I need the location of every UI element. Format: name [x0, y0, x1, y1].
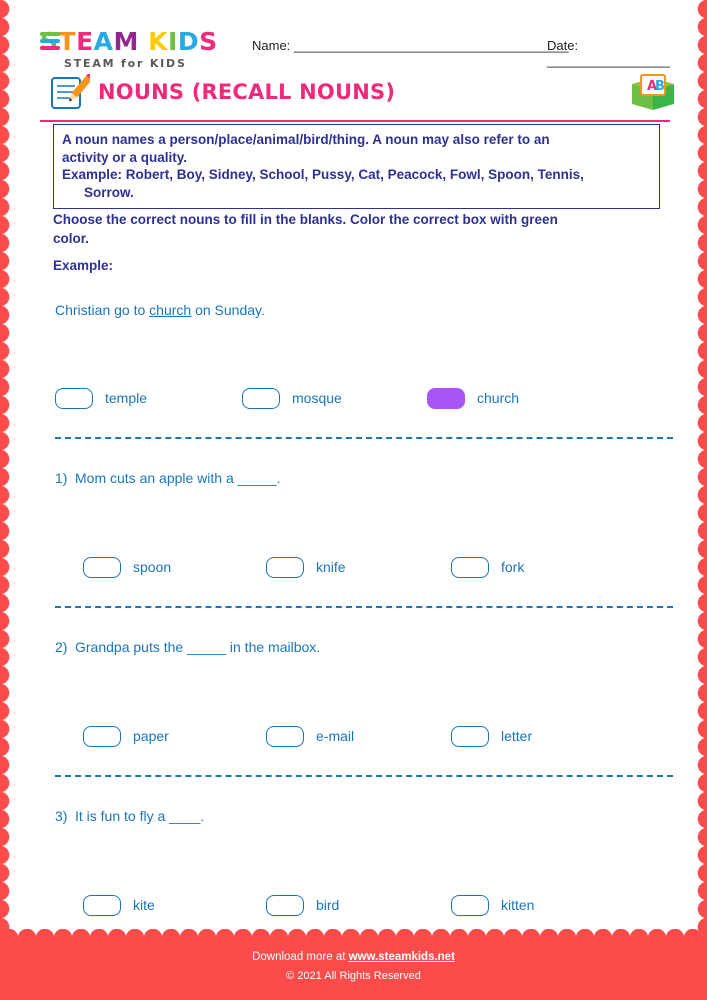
- question-2-option-0-label: paper: [133, 728, 169, 744]
- separator-3: [55, 775, 673, 777]
- example-sentence-after: on Sunday.: [191, 302, 265, 318]
- example-option-row: temple mosque church: [55, 388, 675, 410]
- question-3-option-1-label: bird: [316, 897, 340, 913]
- logo-letter-s2: S: [199, 27, 218, 56]
- logo-letter-i: I: [168, 27, 178, 56]
- question-3-option-0-box[interactable]: [83, 895, 121, 916]
- separator-1: [55, 437, 673, 439]
- question-1-option-2-label: fork: [501, 559, 525, 575]
- example-option-0-box[interactable]: [55, 388, 93, 409]
- question-2-option-2-label: letter: [501, 728, 533, 744]
- footer-download-prefix: Download more at: [252, 951, 349, 963]
- footer-download-line: Download more at www.steamkids.net: [0, 951, 707, 963]
- question-1-option-0-label: spoon: [133, 559, 172, 575]
- question-2-option-2-box[interactable]: [451, 726, 489, 747]
- question-3: 3) It is fun to fly a ____.: [55, 808, 204, 824]
- question-1-option-0-box[interactable]: [83, 557, 121, 578]
- instructions-block: Choose the correct nouns to fill in the …: [53, 210, 678, 248]
- left-edge-decoration: [0, 0, 14, 1000]
- question-1-text: Mom cuts an apple with a _____.: [75, 470, 281, 486]
- pencil-notepad-icon: [51, 74, 90, 109]
- example-sentence-answer: church: [149, 302, 192, 318]
- date-field-group: Date: _________________: [547, 38, 693, 68]
- question-1-option-1-box[interactable]: [266, 557, 304, 578]
- example-option-1-label: mosque: [292, 390, 342, 406]
- brand-logo: STEAM KIDS STEAM for KIDS: [40, 28, 230, 70]
- logo-letter-d: D: [177, 27, 200, 56]
- question-3-option-2-box[interactable]: [451, 895, 489, 916]
- question-1: 1) Mom cuts an apple with a _____.: [55, 470, 280, 486]
- worksheet-header: STEAM KIDS STEAM for KIDS Name: ________…: [14, 18, 693, 80]
- question-1-option-2-box[interactable]: [451, 557, 489, 578]
- logo-letter-e: E: [76, 27, 94, 56]
- date-label: Date:: [547, 38, 579, 53]
- definition-box: A noun names a person/place/animal/bird/…: [53, 124, 660, 209]
- definition-line-3: Example: Robert, Boy, Sidney, School, Pu…: [62, 167, 584, 182]
- title-divider: [40, 120, 670, 122]
- definition-line-4: Sorrow.: [84, 184, 134, 200]
- question-3-option-0-label: kite: [133, 897, 155, 913]
- example-option-2-box[interactable]: [427, 388, 465, 409]
- footer-website-link[interactable]: www.steamkids.net: [349, 951, 455, 963]
- example-sentence: Christian go to church on Sunday.: [55, 302, 265, 318]
- page-title: NOUNS (RECALL NOUNS): [98, 80, 396, 104]
- question-2-option-1-box[interactable]: [266, 726, 304, 747]
- question-2-option-1-label: e-mail: [316, 728, 355, 744]
- name-input-rule[interactable]: ______________________________________: [294, 38, 569, 53]
- logo-letter-t: T: [58, 27, 77, 56]
- question-2-text: Grandpa puts the _____ in the mailbox.: [75, 639, 321, 655]
- example-option-1-box[interactable]: [242, 388, 280, 409]
- svg-text:B: B: [655, 79, 665, 94]
- question-3-text: It is fun to fly a ____.: [75, 808, 205, 824]
- logo-bars-icon: [40, 32, 60, 53]
- page-footer: Download more at www.steamkids.net © 202…: [0, 929, 707, 1000]
- question-2-option-row: paper e-mail letter: [55, 726, 675, 748]
- question-2-number: 2): [55, 639, 68, 655]
- example-sentence-before: Christian go to: [55, 302, 150, 318]
- example-option-0-label: temple: [105, 390, 148, 406]
- definition-line-1: A noun names a person/place/animal/bird/…: [62, 132, 550, 147]
- question-3-option-1-box[interactable]: [266, 895, 304, 916]
- question-1-option-row: spoon knife fork: [55, 557, 675, 579]
- example-label: Example:: [53, 258, 114, 273]
- question-1-number: 1): [55, 470, 68, 486]
- logo-wordmark: STEAM KIDS: [40, 28, 230, 55]
- example-option-2-label: church: [477, 390, 520, 406]
- question-3-option-2-label: kitten: [501, 897, 535, 913]
- footer-scallop-decoration: [0, 929, 707, 947]
- instructions-line-1: Choose the correct nouns to fill in the …: [53, 212, 558, 227]
- question-1-option-1-label: knife: [316, 559, 346, 575]
- worksheet-page: STEAM KIDS STEAM for KIDS Name: ________…: [0, 0, 707, 1000]
- logo-tagline: STEAM for KIDS: [64, 57, 187, 70]
- footer-copyright: © 2021 All Rights Reserved: [286, 970, 421, 982]
- date-input-rule[interactable]: _________________: [547, 53, 670, 68]
- question-3-number: 3): [55, 808, 68, 824]
- separator-2: [55, 606, 673, 608]
- logo-letter-m: M: [113, 27, 139, 56]
- title-bar: NOUNS (RECALL NOUNS) A B: [40, 72, 674, 120]
- logo-letter-k: K: [148, 27, 168, 56]
- definition-line-2: activity or a quality.: [62, 149, 188, 165]
- instructions-line-2: color.: [53, 231, 90, 246]
- logo-letter-a: A: [93, 27, 114, 56]
- right-edge-decoration: [693, 0, 707, 1000]
- question-2: 2) Grandpa puts the _____ in the mailbox.: [55, 639, 320, 655]
- worksheet-content: STEAM KIDS STEAM for KIDS Name: ________…: [14, 0, 693, 1000]
- question-2-option-0-box[interactable]: [83, 726, 121, 747]
- name-label: Name:: [252, 38, 291, 53]
- name-field-group: Name: __________________________________…: [252, 38, 569, 53]
- question-3-option-row: kite bird kitten: [55, 895, 675, 917]
- abc-book-icon: A B: [632, 74, 674, 110]
